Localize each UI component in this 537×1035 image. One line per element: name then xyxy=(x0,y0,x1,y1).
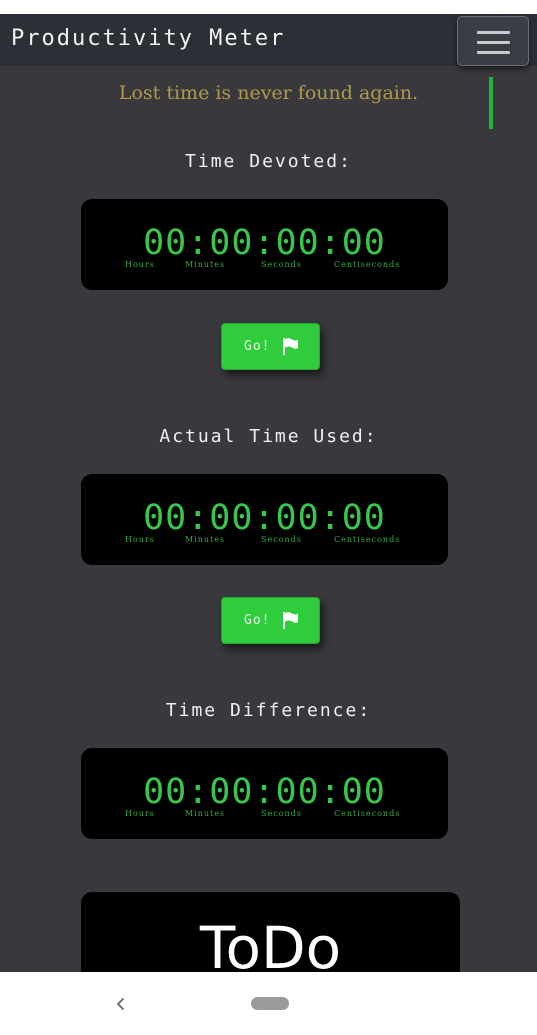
status-bar xyxy=(0,0,537,14)
unit-label-hours: Hours xyxy=(125,260,155,269)
system-navigation-bar xyxy=(0,972,537,1035)
timer-digits: 00:00:00:00 xyxy=(143,223,386,263)
actual-time-used-display: 00:00:00:00 Hours Minutes Seconds Centis… xyxy=(81,474,448,565)
time-difference-title: Time Difference: xyxy=(165,700,372,721)
menu-toggle-button[interactable] xyxy=(457,16,529,66)
unit-label-seconds: Seconds xyxy=(261,809,302,818)
unit-label-hours: Hours xyxy=(125,809,155,818)
accent-divider xyxy=(489,77,493,129)
time-devoted-display: 00:00:00:00 Hours Minutes Seconds Centis… xyxy=(81,199,448,290)
unit-label-seconds: Seconds xyxy=(261,535,302,544)
time-difference-display: 00:00:00:00 Hours Minutes Seconds Centis… xyxy=(81,748,448,839)
unit-label-centiseconds: Centiseconds xyxy=(334,535,401,544)
go-button-label: Go! xyxy=(244,613,271,628)
motto-quote: Lost time is never found again. xyxy=(118,82,419,104)
time-devoted-go-button[interactable]: Go! xyxy=(221,323,320,370)
unit-label-minutes: Minutes xyxy=(185,260,226,269)
unit-label-centiseconds: Centiseconds xyxy=(334,809,401,818)
actual-time-go-button[interactable]: Go! xyxy=(221,597,320,644)
todo-card: ToDo xyxy=(81,892,460,982)
actual-time-used-title: Actual Time Used: xyxy=(159,426,378,447)
timer-digits: 00:00:00:00 xyxy=(143,498,386,538)
unit-label-seconds: Seconds xyxy=(261,260,302,269)
back-chevron-icon[interactable] xyxy=(113,994,129,1014)
flag-icon xyxy=(283,338,298,355)
flag-icon xyxy=(283,612,298,629)
go-button-label: Go! xyxy=(244,339,271,354)
unit-label-hours: Hours xyxy=(125,535,155,544)
unit-label-centiseconds: Centiseconds xyxy=(334,260,401,269)
unit-label-minutes: Minutes xyxy=(185,809,226,818)
home-pill-icon[interactable] xyxy=(251,997,289,1010)
unit-label-minutes: Minutes xyxy=(185,535,226,544)
timer-digits: 00:00:00:00 xyxy=(143,772,386,812)
navbar: Productivity Meter xyxy=(0,14,537,66)
time-devoted-title: Time Devoted: xyxy=(185,151,352,172)
app-title[interactable]: Productivity Meter xyxy=(11,26,285,51)
